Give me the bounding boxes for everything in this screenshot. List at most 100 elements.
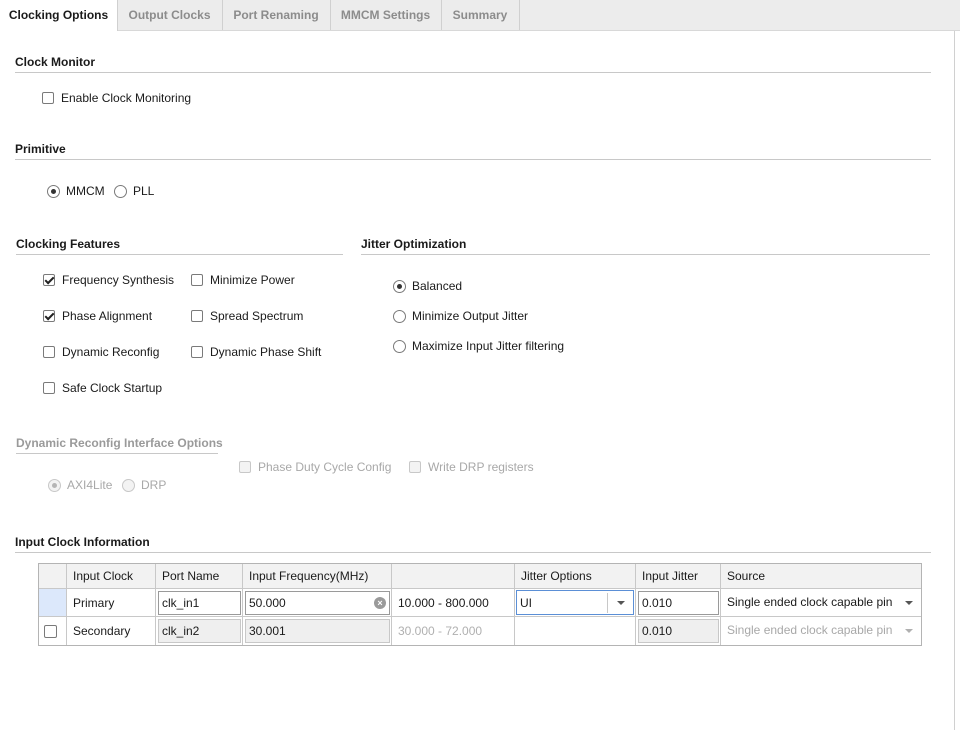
phase-alignment-label: Phase Alignment	[62, 309, 153, 323]
checkbox-box[interactable]	[409, 461, 421, 473]
maximize-input-jitter-label: Maximize Input Jitter filtering	[412, 339, 565, 353]
divider	[16, 453, 218, 454]
spread-spectrum-checkbox[interactable]: Spread Spectrum	[191, 309, 303, 323]
divider	[15, 159, 931, 160]
cell-port-name: clk_in1	[156, 589, 243, 617]
secondary-enable-checkbox[interactable]	[44, 624, 57, 638]
input-clock-table: Input Clock Port Name Input Frequency(MH…	[38, 563, 922, 646]
cell-input-frequency: 50.000 ×	[243, 589, 392, 617]
jitter-optimization-title: Jitter Optimization	[361, 237, 467, 251]
radio-button[interactable]	[114, 184, 127, 198]
cell-source: Single ended clock capable pin	[721, 589, 921, 617]
phase-alignment-checkbox[interactable]: Phase Alignment	[43, 309, 152, 323]
checkbox-box[interactable]	[43, 382, 55, 394]
phase-duty-cycle-checkbox[interactable]: Phase Duty Cycle Config	[239, 460, 391, 474]
checkbox-box[interactable]	[42, 92, 54, 104]
checkbox-box[interactable]	[191, 310, 203, 322]
chevron-down-icon[interactable]	[905, 629, 913, 633]
checkbox-box[interactable]	[191, 346, 203, 358]
checkbox-box[interactable]	[43, 310, 55, 322]
dynamic-reconfig-checkbox[interactable]: Dynamic Reconfig	[43, 345, 159, 359]
drp-radio[interactable]: DRP	[122, 478, 166, 492]
write-drp-registers-checkbox[interactable]: Write DRP registers	[409, 460, 534, 474]
safe-clock-startup-label: Safe Clock Startup	[62, 381, 163, 395]
frequency-synthesis-label: Frequency Synthesis	[62, 273, 175, 287]
tab-port-renaming[interactable]: Port Renaming	[222, 0, 331, 30]
write-drp-registers-label: Write DRP registers	[428, 460, 534, 474]
enable-clock-monitoring-checkbox[interactable]: Enable Clock Monitoring	[42, 91, 191, 105]
dynamic-phase-shift-checkbox[interactable]: Dynamic Phase Shift	[191, 345, 321, 359]
clear-icon[interactable]: ×	[374, 597, 386, 609]
table-header-jitter-options: Jitter Options	[515, 564, 636, 589]
dynamic-phase-shift-label: Dynamic Phase Shift	[210, 345, 322, 359]
drp-label: DRP	[141, 478, 167, 492]
jitter-minimize-output-radio[interactable]: Minimize Output Jitter	[393, 309, 528, 323]
checkbox-box[interactable]	[239, 461, 251, 473]
radio-button[interactable]	[47, 184, 60, 198]
spread-spectrum-label: Spread Spectrum	[210, 309, 304, 323]
cell-input-jitter: 0.010	[636, 589, 721, 617]
source-dropdown-value[interactable]: Single ended clock capable pin	[727, 595, 895, 609]
safe-clock-startup-checkbox[interactable]: Safe Clock Startup	[43, 381, 162, 395]
drp-options-title: Dynamic Reconfig Interface Options	[16, 436, 223, 450]
input-frequency-field[interactable]: 30.001	[245, 619, 390, 643]
source-dropdown-value[interactable]: Single ended clock capable pin	[727, 623, 895, 637]
tab-summary[interactable]: Summary	[441, 0, 520, 30]
divider	[361, 254, 930, 255]
enable-clock-monitoring-label: Enable Clock Monitoring	[61, 91, 192, 105]
port-name-input[interactable]: clk_in1	[158, 591, 241, 615]
radio-button[interactable]	[393, 309, 406, 323]
table-header-source: Source	[721, 564, 921, 589]
tab-mmcm-settings[interactable]: MMCM Settings	[330, 0, 442, 30]
axi4lite-radio[interactable]: AXI4Lite	[48, 478, 112, 492]
cell-jitter-options	[515, 617, 636, 645]
frequency-value: 50.000	[249, 596, 286, 610]
input-frequency-field[interactable]: 50.000	[245, 591, 390, 615]
cell-source: Single ended clock capable pin	[721, 617, 921, 645]
tab-output-clocks[interactable]: Output Clocks	[117, 0, 223, 30]
checkbox-box[interactable]	[43, 346, 55, 358]
primitive-mmcm-radio[interactable]: MMCM	[47, 184, 105, 198]
primitive-title: Primitive	[15, 142, 66, 156]
table-header-input-frequency: Input Frequency(MHz)	[243, 564, 392, 589]
jitter-balanced-radio[interactable]: Balanced	[393, 279, 462, 293]
dynamic-reconfig-label: Dynamic Reconfig	[62, 345, 160, 359]
frequency-synthesis-checkbox[interactable]: Frequency Synthesis	[43, 273, 174, 287]
row-select-cell	[39, 617, 67, 645]
input-jitter-field[interactable]: 0.010	[638, 619, 719, 643]
jitter-maximize-input-radio[interactable]: Maximize Input Jitter filtering	[393, 339, 564, 353]
radio-button[interactable]	[393, 279, 406, 293]
cell-frequency-range: 10.000 - 800.000	[392, 589, 515, 617]
minimize-power-checkbox[interactable]: Minimize Power	[191, 273, 295, 287]
axi4lite-label: AXI4Lite	[67, 478, 113, 492]
table-header-input-jitter: Input Jitter	[636, 564, 721, 589]
input-clock-info-title: Input Clock Information	[15, 535, 150, 549]
input-jitter-field[interactable]: 0.010	[638, 591, 719, 615]
minimize-output-jitter-label: Minimize Output Jitter	[412, 309, 529, 323]
cell-input-clock: Secondary	[67, 617, 156, 645]
minimize-power-label: Minimize Power	[210, 273, 295, 287]
radio-button[interactable]	[122, 478, 135, 492]
tab-clocking-options[interactable]: Clocking Options	[0, 0, 118, 31]
divider	[15, 552, 931, 553]
primitive-pll-radio[interactable]: PLL	[114, 184, 154, 198]
phase-duty-cycle-label: Phase Duty Cycle Config	[258, 460, 392, 474]
cell-input-jitter: 0.010	[636, 617, 721, 645]
table-header-input-clock: Input Clock	[67, 564, 156, 589]
checkbox-box[interactable]	[43, 274, 55, 286]
row-select-marker[interactable]	[39, 589, 67, 617]
radio-button[interactable]	[48, 478, 61, 492]
cell-jitter-options: UI	[515, 589, 636, 617]
port-name-input[interactable]: clk_in2	[158, 619, 241, 643]
divider	[16, 254, 343, 255]
balanced-label: Balanced	[412, 279, 463, 293]
table-header-select	[39, 564, 67, 589]
checkbox-box[interactable]	[191, 274, 203, 286]
cell-input-frequency: 30.001	[243, 617, 392, 645]
radio-button[interactable]	[393, 339, 406, 353]
table-header-port-name: Port Name	[156, 564, 243, 589]
chevron-down-icon[interactable]	[617, 601, 625, 605]
chevron-down-icon[interactable]	[905, 601, 913, 605]
clock-monitor-title: Clock Monitor	[15, 55, 95, 69]
jitter-option-value: UI	[520, 595, 532, 610]
